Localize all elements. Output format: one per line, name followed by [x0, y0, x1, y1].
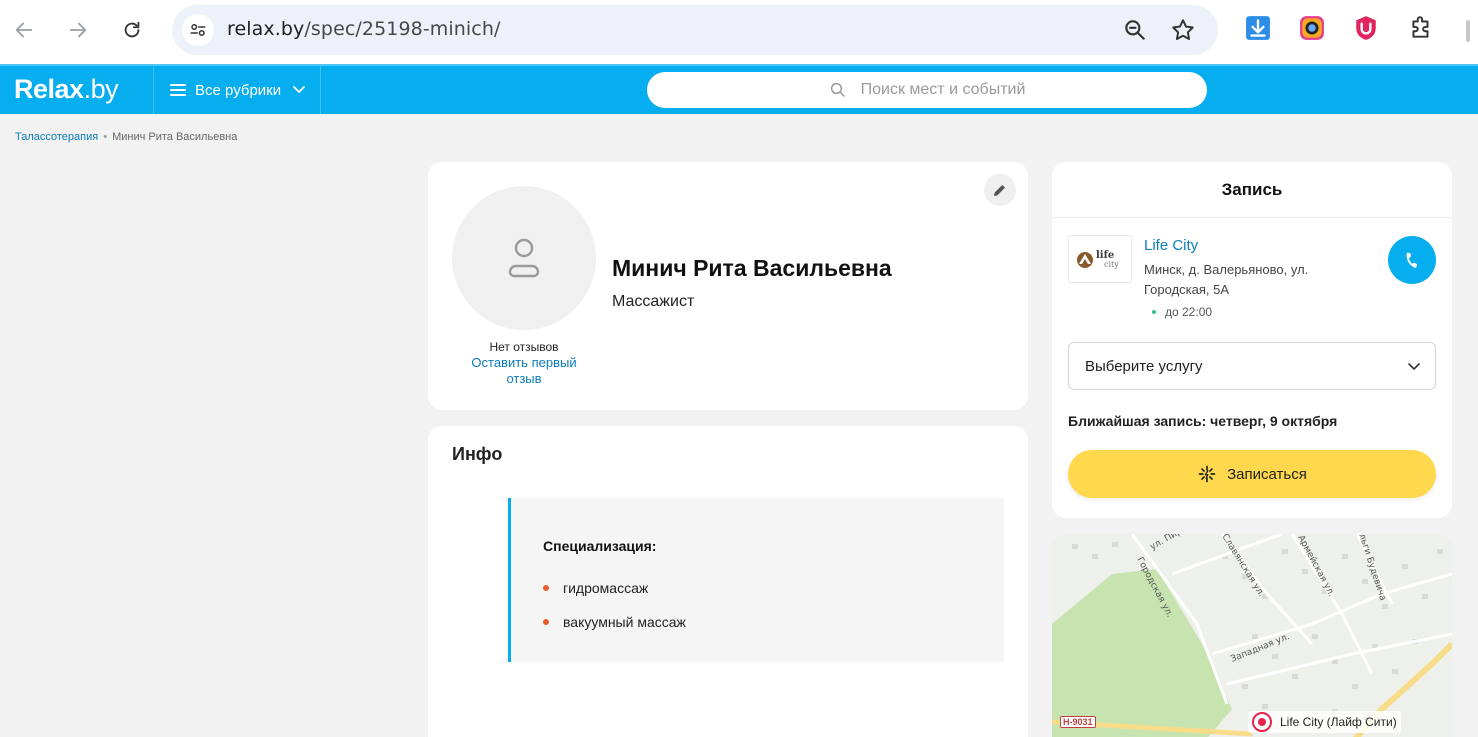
breadcrumb: Талассотерапия • Минич Рита Васильевна	[15, 131, 237, 143]
road-sign: Н-9031	[1060, 716, 1096, 728]
search-icon	[830, 82, 845, 97]
back-button[interactable]	[8, 14, 40, 46]
phone-icon	[1406, 252, 1417, 268]
chevron-down-icon	[1408, 363, 1420, 371]
puzzle-extensions-icon[interactable]	[1408, 15, 1434, 41]
profile-card: Нет отзывов Оставить первый отзыв Минич …	[428, 162, 1028, 410]
list-item: вакуумный массаж	[543, 614, 686, 630]
map-place-label: Life City (Лайф Сити)	[1280, 715, 1397, 729]
service-select-value: Выберите услугу	[1085, 357, 1203, 375]
booking-card: Запись life city Life City Минск, д. Вал…	[1052, 162, 1452, 518]
specialization-item: вакуумный массаж	[563, 614, 686, 630]
map-tiles: ул. Пирогова Городская ул. Славянская ул…	[1052, 534, 1452, 737]
arrow-left-icon	[15, 22, 33, 38]
map-pin-icon	[1252, 712, 1272, 732]
browser-toolbar: relax.by/spec/25198-minich/	[0, 0, 1478, 64]
specialization-item: гидромассаж	[563, 580, 649, 596]
url-text[interactable]: relax.by/spec/25198-minich/	[227, 18, 501, 40]
specialist-role: Массажист	[612, 293, 695, 310]
shield-extension-icon[interactable]	[1353, 15, 1379, 41]
arrow-right-icon	[69, 22, 87, 38]
sparkle-icon	[1198, 465, 1216, 483]
place-address: Минск, д. Валерьяново, ул. Городская, 5А	[1144, 262, 1309, 297]
life-city-logo: life city	[1077, 250, 1119, 269]
book-button[interactable]: Записаться	[1068, 450, 1436, 498]
reload-icon	[124, 21, 140, 38]
info-card: Инфо Специализация: гидромассаж вакуумны…	[428, 426, 1028, 737]
search-input[interactable]: Поиск мест и событий	[647, 72, 1207, 108]
place-hours: до 22:00	[1152, 305, 1212, 319]
download-extension-icon[interactable]	[1245, 15, 1271, 41]
map[interactable]: ул. Пирогова Городская ул. Славянская ул…	[1052, 534, 1452, 737]
logo-suffix: .by	[83, 74, 119, 104]
all-rubrics-menu[interactable]: Все рубрики	[153, 66, 321, 114]
specialist-name: Минич Рита Васильевна	[612, 255, 892, 281]
open-status-dot	[1152, 310, 1156, 314]
site-settings-icon[interactable]	[182, 14, 214, 46]
zoom-icon[interactable]	[1122, 17, 1148, 48]
chevron-down-icon	[293, 86, 306, 94]
pencil-icon	[994, 185, 1005, 196]
edit-button[interactable]	[984, 174, 1016, 206]
info-title: Инфо	[452, 444, 503, 464]
place-name-link[interactable]: Life City	[1144, 237, 1198, 254]
call-button[interactable]	[1388, 236, 1436, 284]
camera-extension-icon[interactable]	[1299, 15, 1325, 41]
breadcrumb-current: Минич Рита Васильевна	[112, 131, 238, 143]
nearest-booking-text: Ближайшая запись: четверг, 9 октября	[1068, 413, 1338, 429]
reviews-status: Нет отзывов	[489, 340, 559, 354]
list-item: гидромассаж	[543, 580, 648, 596]
place-logo[interactable]: life city	[1068, 235, 1132, 283]
bookmark-star-icon[interactable]	[1170, 17, 1196, 48]
window-scrollbar[interactable]	[1466, 20, 1470, 42]
menu-icon	[170, 84, 186, 96]
url-path: /spec/25198-minich/	[304, 18, 501, 40]
specialization-title: Специализация:	[543, 538, 657, 554]
logo-text: Relax	[14, 74, 84, 104]
leave-first-review-link[interactable]: Оставить первый отзыв	[464, 355, 584, 387]
rubrics-label: Все рубрики	[195, 81, 282, 99]
bullet	[543, 585, 549, 591]
booking-title: Запись	[1052, 162, 1452, 218]
map-place-marker[interactable]: Life City (Лайф Сити)	[1248, 711, 1401, 733]
address-bar[interactable]: relax.by/spec/25198-minich/	[172, 5, 1218, 55]
relax-logo[interactable]: Relax.by	[14, 74, 119, 105]
avatar	[452, 186, 596, 330]
book-button-label: Записаться	[1227, 465, 1307, 483]
specialization-box: Специализация: гидромассаж вакуумный мас…	[508, 498, 1004, 662]
hours-text: до 22:00	[1165, 305, 1213, 319]
breadcrumb-link-thalassotherapy[interactable]: Талассотерапия	[15, 131, 98, 143]
service-select[interactable]: Выберите услугу	[1068, 342, 1436, 390]
url-host: relax.by	[227, 18, 305, 40]
forward-button[interactable]	[62, 14, 94, 46]
search-placeholder: Поиск мест и событий	[860, 81, 1026, 98]
site-header: Relax.by Все рубрики Поиск мест и событи…	[0, 64, 1478, 114]
breadcrumb-separator: •	[103, 131, 108, 143]
reload-button[interactable]	[116, 14, 148, 46]
bullet	[543, 619, 549, 625]
svg-text:city: city	[1104, 260, 1119, 269]
user-placeholder-icon	[508, 238, 540, 278]
